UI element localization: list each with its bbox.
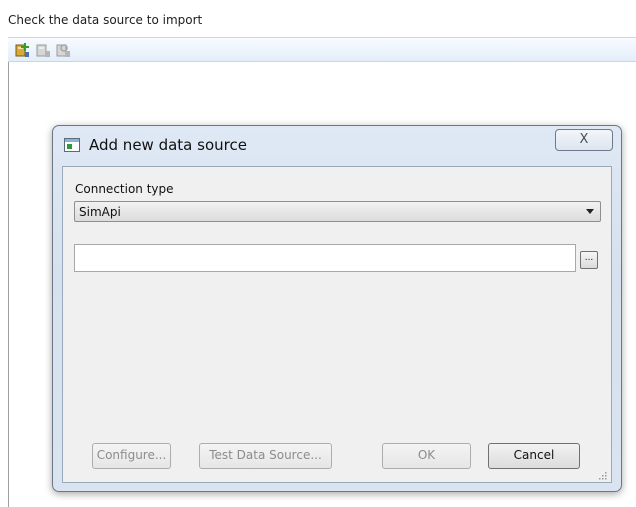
configure-button[interactable]: Configure... bbox=[92, 443, 171, 469]
ok-button[interactable]: OK bbox=[382, 443, 471, 469]
remove-source-icon[interactable] bbox=[55, 42, 71, 58]
connection-type-label: Connection type bbox=[75, 182, 174, 196]
add-data-source-dialog: Add new data source X Connection type Si… bbox=[52, 125, 622, 492]
instruction-text: Check the data source to import bbox=[8, 13, 203, 27]
test-data-source-button[interactable]: Test Data Source... bbox=[199, 443, 332, 469]
cancel-button[interactable]: Cancel bbox=[488, 443, 580, 469]
panel-border bbox=[8, 62, 9, 507]
resize-grip-icon[interactable] bbox=[597, 469, 607, 480]
edit-source-icon[interactable] bbox=[35, 42, 51, 58]
add-source-icon[interactable] bbox=[14, 42, 30, 58]
window-icon bbox=[64, 138, 80, 152]
close-icon: X bbox=[579, 132, 589, 147]
dialog-client-area: Connection type SimApi ... Configure... … bbox=[62, 166, 612, 483]
connection-type-value: SimApi bbox=[79, 205, 121, 219]
close-button[interactable]: X bbox=[555, 129, 613, 151]
browse-button[interactable]: ... bbox=[580, 251, 598, 269]
connection-type-dropdown[interactable]: SimApi bbox=[74, 201, 601, 222]
dialog-title: Add new data source bbox=[89, 136, 247, 154]
dialog-titlebar[interactable]: Add new data source X bbox=[53, 126, 621, 164]
chevron-down-icon bbox=[586, 209, 594, 214]
source-path-input[interactable] bbox=[74, 244, 576, 272]
toolbar bbox=[8, 37, 636, 62]
page: Check the data source to import Add new … bbox=[0, 0, 636, 507]
